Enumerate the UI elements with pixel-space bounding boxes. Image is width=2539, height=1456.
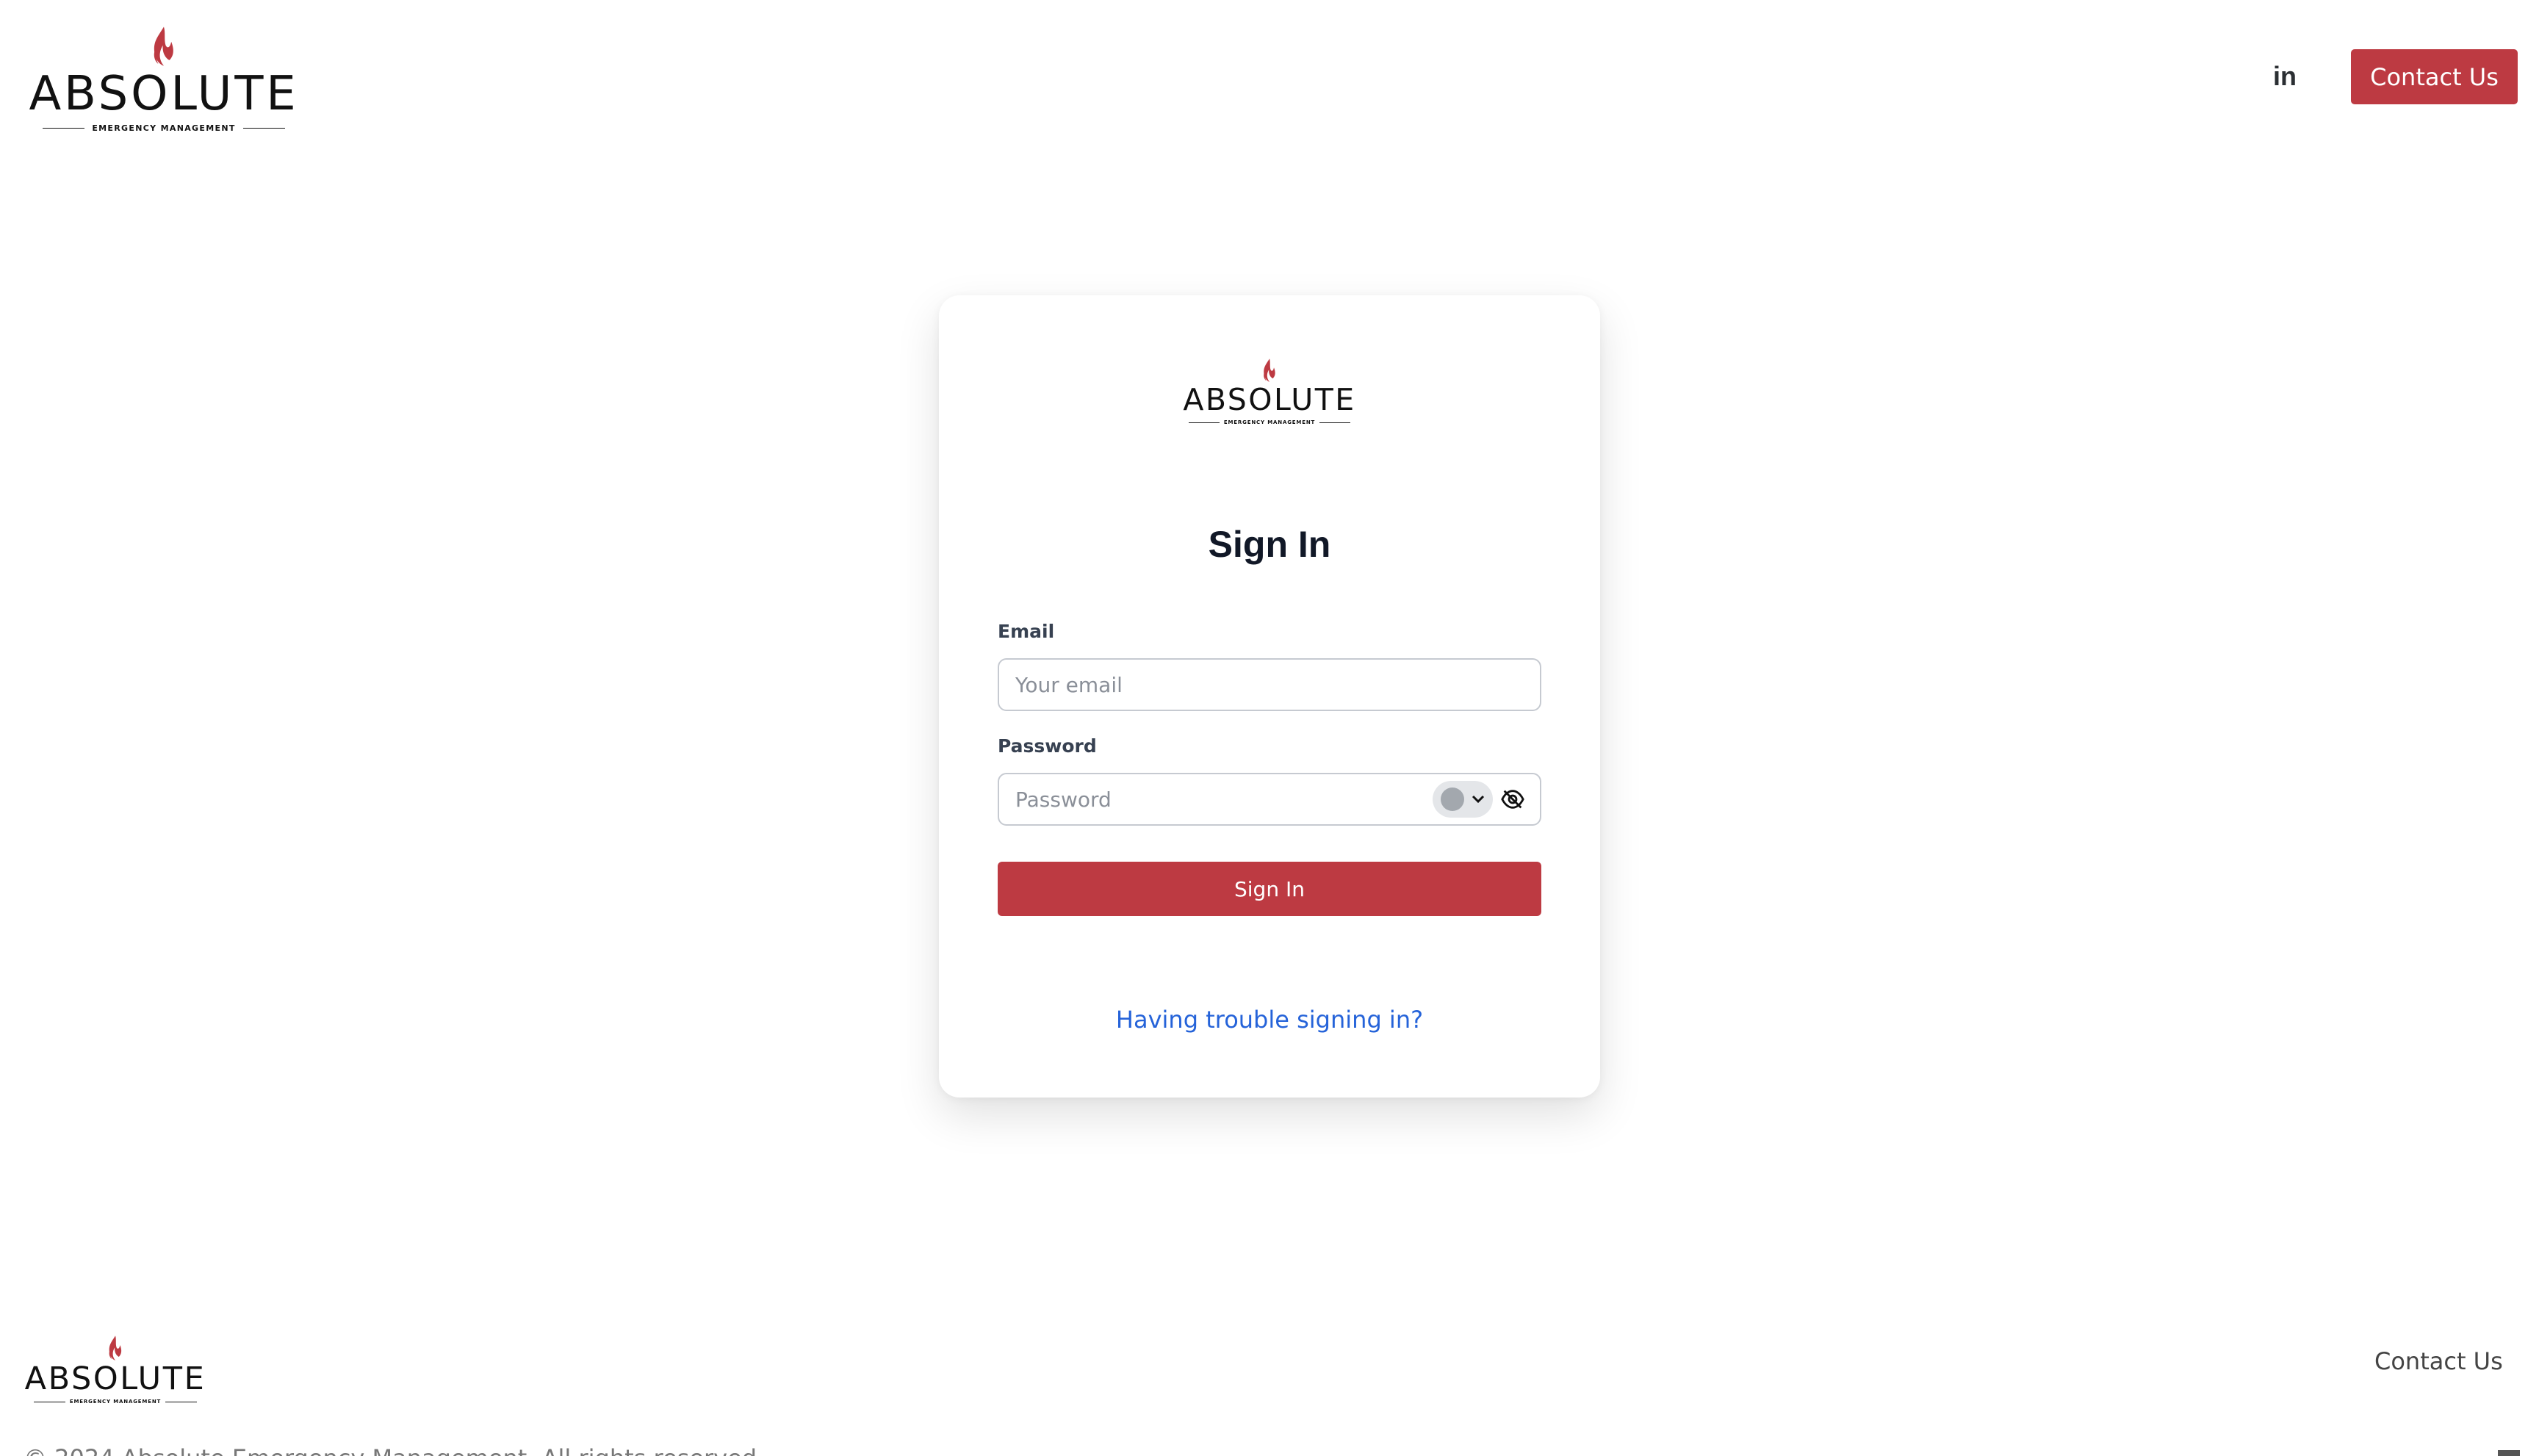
flame-icon: [154, 26, 173, 66]
scroll-indicator: [2498, 1450, 2520, 1456]
email-label: Email: [998, 621, 1055, 642]
logo-tagline-row: EMERGENCY MANAGEMENT: [43, 123, 286, 133]
logo-wordmark: ABSOLUTE: [24, 1361, 206, 1397]
logo-tagline: EMERGENCY MANAGEMENT: [69, 1399, 162, 1405]
password-manager-icon[interactable]: [1433, 781, 1493, 818]
password-label: Password: [998, 735, 1097, 757]
divider: [242, 128, 286, 129]
flame-icon: [1264, 358, 1275, 382]
logo-tagline: EMERGENCY MANAGEMENT: [92, 123, 236, 133]
password-manager-avatar: [1440, 788, 1464, 811]
chevron-down-icon: [1472, 795, 1484, 804]
logo-tagline: EMERGENCY MANAGEMENT: [1223, 419, 1316, 425]
footer-contact-link[interactable]: Contact Us: [2374, 1347, 2503, 1375]
page-title: Sign In: [1208, 524, 1331, 565]
divider: [1189, 422, 1220, 423]
contact-us-button[interactable]: Contact Us: [2351, 49, 2518, 104]
logo-wordmark: ABSOLUTE: [29, 67, 299, 121]
footer-logo[interactable]: ABSOLUTE EMERGENCY MANAGEMENT: [25, 1334, 204, 1405]
copyright-text: © 2024 Absolute Emergency Management. Al…: [24, 1444, 764, 1456]
logo-wordmark: ABSOLUTE: [1183, 382, 1356, 417]
linkedin-icon[interactable]: in: [2270, 60, 2299, 93]
eye-slash-icon[interactable]: [1500, 787, 1525, 812]
trouble-signing-in-link[interactable]: Having trouble signing in?: [939, 1006, 1600, 1034]
flame-icon: [109, 1336, 122, 1361]
password-tools: [1433, 774, 1525, 824]
password-field-wrapper: [998, 773, 1541, 826]
email-field-wrapper: [998, 658, 1541, 711]
sign-in-button[interactable]: Sign In: [998, 862, 1541, 916]
card-logo: ABSOLUTE EMERGENCY MANAGEMENT: [1183, 357, 1354, 425]
header-logo[interactable]: ABSOLUTE EMERGENCY MANAGEMENT: [29, 25, 296, 133]
email-field[interactable]: [999, 660, 1540, 710]
divider: [1319, 422, 1351, 423]
logo-tagline-row: EMERGENCY MANAGEMENT: [34, 1399, 198, 1405]
logo-tagline-row: EMERGENCY MANAGEMENT: [1189, 419, 1351, 425]
divider: [43, 128, 85, 129]
signin-card: ABSOLUTE EMERGENCY MANAGEMENT Sign In Em…: [939, 295, 1600, 1098]
